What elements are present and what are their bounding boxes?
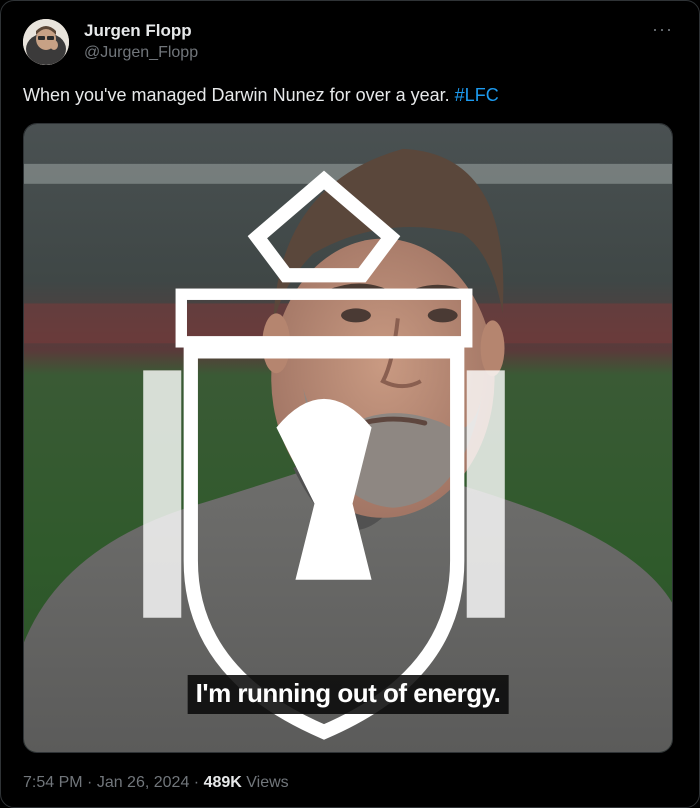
tweet-body: When you've managed Darwin Nunez for ove… [23, 85, 455, 105]
more-horizontal-icon[interactable]: ··· [652, 19, 673, 40]
hashtag-link[interactable]: #LFC [455, 85, 499, 105]
tweet-video[interactable]: I'm running out of energy. [23, 123, 673, 753]
author-handle[interactable]: @Jurgen_Flopp [84, 44, 198, 62]
views-label: Views [241, 774, 289, 791]
views-count: 489K [203, 774, 242, 791]
author-display-name[interactable]: Jurgen Flopp [84, 21, 192, 41]
tweet-date[interactable]: Jan 26, 2024 [97, 774, 190, 791]
video-subtitle: I'm running out of energy. [187, 675, 509, 714]
tweet-card: Jurgen Flopp @Jurgen_Flopp ··· When you'… [0, 0, 700, 808]
meta-separator: · [189, 774, 204, 791]
tweet-meta: 7:54 PM · Jan 26, 2024 · 489K Views [23, 774, 289, 792]
avatar[interactable] [23, 19, 69, 65]
tweet-time[interactable]: 7:54 PM [23, 774, 83, 791]
liverpool-crest-icon [143, 170, 505, 740]
meta-separator: · [82, 774, 97, 791]
tweet-text: When you've managed Darwin Nunez for ove… [23, 85, 499, 106]
